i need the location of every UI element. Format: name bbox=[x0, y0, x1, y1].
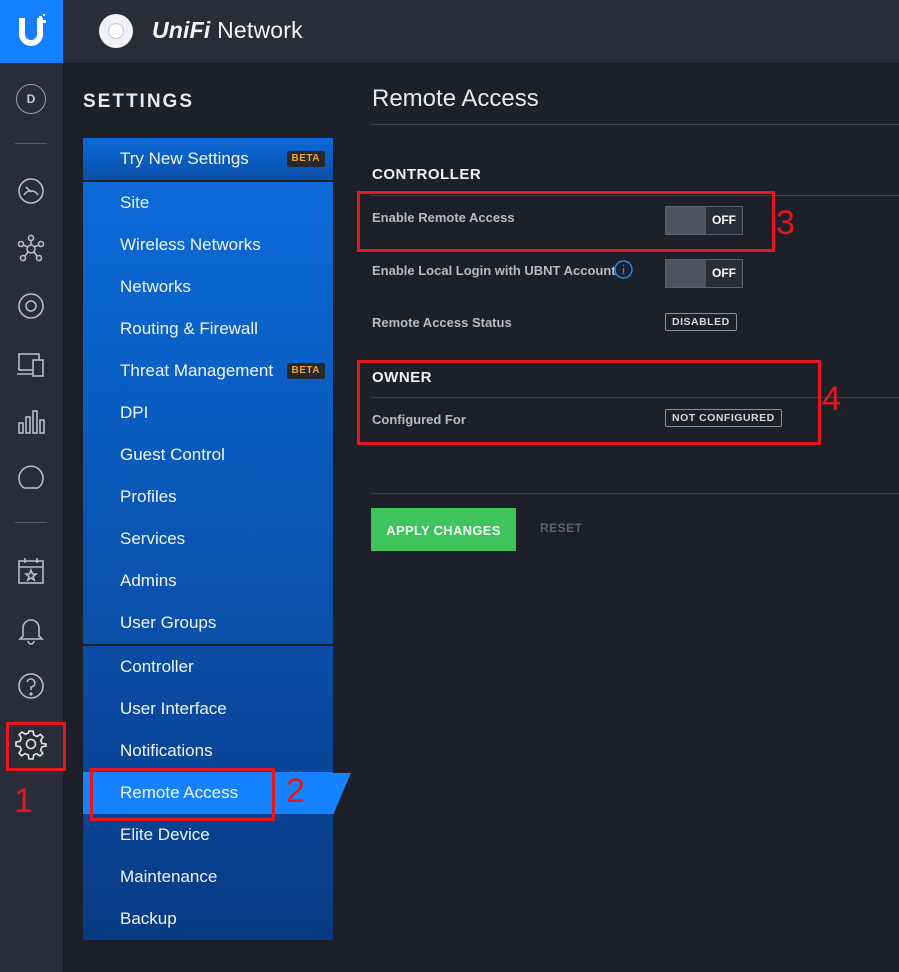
nav-item-services[interactable]: Services bbox=[83, 518, 333, 560]
nav-item-backup[interactable]: Backup bbox=[83, 898, 333, 940]
icon-rail: D bbox=[0, 0, 63, 972]
annotation-box-1 bbox=[6, 722, 66, 771]
devices-icon[interactable] bbox=[15, 290, 47, 322]
nav-group-site: Site Wireless Networks Networks Routing … bbox=[83, 182, 333, 644]
rail-divider bbox=[15, 143, 47, 144]
app-title: UniFi Network bbox=[152, 17, 303, 43]
nav-item-user-interface[interactable]: User Interface bbox=[83, 688, 333, 730]
events-icon[interactable] bbox=[15, 555, 47, 587]
nav-item-try-new-settings[interactable]: Try New Settings BETA bbox=[83, 138, 333, 180]
info-icon[interactable] bbox=[614, 260, 633, 279]
insights-icon[interactable] bbox=[15, 462, 47, 494]
statistics-icon[interactable] bbox=[15, 405, 47, 437]
avatar[interactable]: D bbox=[16, 84, 46, 114]
alerts-icon[interactable] bbox=[15, 613, 47, 645]
unifi-device-icon bbox=[99, 14, 133, 48]
remote-access-status-label: Remote Access Status bbox=[372, 315, 512, 330]
nav-item-networks[interactable]: Networks bbox=[83, 266, 333, 308]
annotation-box-4 bbox=[357, 360, 821, 445]
ubiquiti-logo-icon[interactable] bbox=[0, 0, 63, 63]
nav-item-profiles[interactable]: Profiles bbox=[83, 476, 333, 518]
nav-item-threat-management[interactable]: Threat Management BETA bbox=[83, 350, 333, 392]
rail-divider bbox=[15, 522, 47, 523]
dashboard-icon[interactable] bbox=[15, 175, 47, 207]
beta-badge: BETA bbox=[286, 363, 325, 379]
annotation-box-2 bbox=[90, 768, 275, 821]
nav-item-controller[interactable]: Controller bbox=[83, 646, 333, 688]
divider bbox=[371, 124, 899, 125]
enable-local-login-toggle[interactable]: OFF bbox=[665, 259, 743, 288]
annotation-number-4: 4 bbox=[822, 380, 841, 418]
settings-heading: SETTINGS bbox=[83, 91, 195, 112]
nav-item-dpi[interactable]: DPI bbox=[83, 392, 333, 434]
nav-item-admins[interactable]: Admins bbox=[83, 560, 333, 602]
annotation-number-3: 3 bbox=[776, 204, 795, 242]
nav-item-notifications[interactable]: Notifications bbox=[83, 730, 333, 772]
nav-item-site[interactable]: Site bbox=[83, 182, 333, 224]
top-bar: UniFi Network bbox=[63, 0, 899, 63]
active-item-pointer bbox=[333, 773, 351, 815]
toggle-state: OFF bbox=[706, 260, 742, 287]
nav-item-guest-control[interactable]: Guest Control bbox=[83, 434, 333, 476]
annotation-box-3 bbox=[357, 191, 775, 252]
beta-badge: BETA bbox=[286, 151, 325, 167]
reset-button[interactable]: RESET bbox=[540, 521, 583, 535]
controller-heading: CONTROLLER bbox=[372, 166, 482, 183]
nav-item-wireless-networks[interactable]: Wireless Networks bbox=[83, 224, 333, 266]
status-badge: DISABLED bbox=[665, 313, 737, 331]
enable-local-login-label: Enable Local Login with UBNT Account bbox=[372, 263, 616, 278]
clients-icon[interactable] bbox=[15, 348, 47, 380]
annotation-number-1: 1 bbox=[14, 782, 33, 820]
help-icon[interactable] bbox=[15, 670, 47, 702]
nav-group-new: Try New Settings BETA bbox=[83, 138, 333, 180]
topology-icon[interactable] bbox=[15, 233, 47, 265]
nav-item-routing-firewall[interactable]: Routing & Firewall bbox=[83, 308, 333, 350]
page-title: Remote Access bbox=[372, 85, 539, 112]
annotation-number-2: 2 bbox=[286, 772, 305, 810]
nav-item-maintenance[interactable]: Maintenance bbox=[83, 856, 333, 898]
nav-item-user-groups[interactable]: User Groups bbox=[83, 602, 333, 644]
apply-changes-button[interactable]: APPLY CHANGES bbox=[371, 508, 516, 551]
divider bbox=[371, 493, 899, 494]
